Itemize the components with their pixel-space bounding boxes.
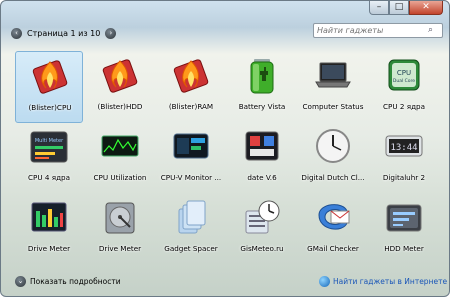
cpu-chip-label: CPU [397, 69, 411, 77]
footer: ⌄ Показать подробности Найти гаджеты в И… [1, 269, 449, 296]
battery-icon [242, 55, 282, 95]
get-gadgets-online-label[interactable]: Найти гаджеты в Интернете [333, 277, 447, 286]
gadget-tile[interactable]: HDD Meter [370, 193, 438, 265]
gadget-tile[interactable]: CPU Utilization [86, 122, 154, 194]
show-details-toggle[interactable]: ⌄ Показать подробности [15, 276, 121, 287]
gadgets-window: – □ ✕ ‹ Страница 1 из 10 › ⌕ ▾ (Blister)… [0, 0, 450, 297]
window-controls: – □ ✕ [369, 1, 443, 15]
gadget-label: GisMeteo.ru [240, 244, 284, 253]
gadget-tile[interactable]: Battery Vista [228, 51, 296, 123]
get-gadgets-online-link[interactable]: Найти гаджеты в Интернете [319, 276, 447, 287]
cpu-monitor-icon [171, 126, 211, 166]
gadget-tile[interactable]: Drive Meter [86, 193, 154, 265]
hard-drive-icon [100, 197, 140, 237]
multi-meter-title: Multi Meter [35, 138, 64, 144]
gadget-label: GMail Checker [307, 244, 359, 253]
gadget-tile[interactable]: 13:44 Digitaluhr 2 [370, 122, 438, 194]
gadget-tile[interactable]: Drive Meter [15, 193, 83, 265]
cpu-chip-sublabel: Dual Core [393, 78, 415, 84]
gadget-tile[interactable]: GisMeteo.ru [228, 193, 296, 265]
cpu-dual-core-icon: CPU Dual Core [384, 55, 424, 95]
gadget-label: HDD Meter [384, 244, 424, 253]
gadget-label: Digitaluhr 2 [382, 173, 426, 182]
search-box: ⌕ ▾ [313, 23, 443, 38]
gadget-tile[interactable]: (Blister)CPU [15, 51, 83, 123]
gadget-tile[interactable]: (Blister)HDD [86, 51, 154, 123]
gadget-tile[interactable]: Digital Dutch Cl... [299, 122, 367, 194]
gadget-label: Drive Meter [98, 244, 142, 253]
date-icon [242, 126, 282, 166]
drive-meter-icon [29, 197, 69, 237]
gadget-label: (Blister)CPU [28, 103, 72, 112]
gadget-label: Battery Vista [238, 102, 286, 111]
spacer-icon [171, 197, 211, 237]
laptop-icon [313, 55, 353, 95]
digital-clock-icon: 13:44 [384, 126, 424, 166]
gadget-label: CPU Utilization [93, 173, 147, 182]
flame-icon [30, 56, 70, 96]
digital-clock-readout: 13:44 [390, 143, 417, 153]
gadget-label: Computer Status [302, 102, 364, 111]
gadget-tile[interactable]: Multi Meter CPU 4 ядра [15, 122, 83, 194]
gadget-tile[interactable]: date V.6 [228, 122, 296, 194]
mail-icon [313, 197, 353, 237]
gadget-label: Gadget Spacer [164, 244, 218, 253]
multi-meter-icon: Multi Meter [29, 126, 69, 166]
maximize-button[interactable]: □ [389, 1, 409, 15]
search-icon[interactable]: ⌕ [428, 25, 433, 35]
gadget-label: date V.6 [247, 173, 277, 182]
flame-icon [171, 55, 211, 95]
globe-icon [319, 276, 330, 287]
gadget-tile[interactable]: CPU-V Monitor ... [157, 122, 225, 194]
next-page-button[interactable]: › [105, 27, 117, 39]
weather-icon [242, 197, 282, 237]
gadget-label: CPU-V Monitor ... [160, 173, 222, 182]
close-button[interactable]: ✕ [409, 1, 443, 15]
gadget-tile[interactable]: Computer Status [299, 51, 367, 123]
gadget-label: (Blister)HDD [97, 102, 143, 111]
chevron-down-icon[interactable]: ⌄ [15, 276, 26, 287]
gadget-label: Digital Dutch Cl... [301, 173, 365, 182]
clock-icon [313, 126, 353, 166]
gadget-label: CPU 2 ядра [382, 102, 426, 111]
minimize-button[interactable]: – [369, 1, 389, 15]
hdd-meter-icon [384, 197, 424, 237]
title-bar: – □ ✕ [1, 1, 449, 19]
gadget-tile[interactable]: CPU Dual Core CPU 2 ядра [370, 51, 438, 123]
gadget-label: (Blister)RAM [168, 102, 214, 111]
gadget-tile[interactable]: (Blister)RAM [157, 51, 225, 123]
gadget-label: Drive Meter [27, 244, 71, 253]
previous-page-button[interactable]: ‹ [11, 27, 22, 39]
search-input[interactable] [317, 25, 425, 36]
gadget-tile[interactable]: GMail Checker [299, 193, 367, 265]
page-indicator: Страница 1 из 10 [27, 28, 101, 38]
flame-icon [100, 55, 140, 95]
page-navigation: ‹ Страница 1 из 10 › [11, 26, 117, 40]
gadget-label: CPU 4 ядра [27, 173, 71, 182]
gadget-tile[interactable]: Gadget Spacer [157, 193, 225, 265]
show-details-label[interactable]: Показать подробности [30, 277, 121, 286]
cpu-graph-icon [100, 126, 140, 166]
